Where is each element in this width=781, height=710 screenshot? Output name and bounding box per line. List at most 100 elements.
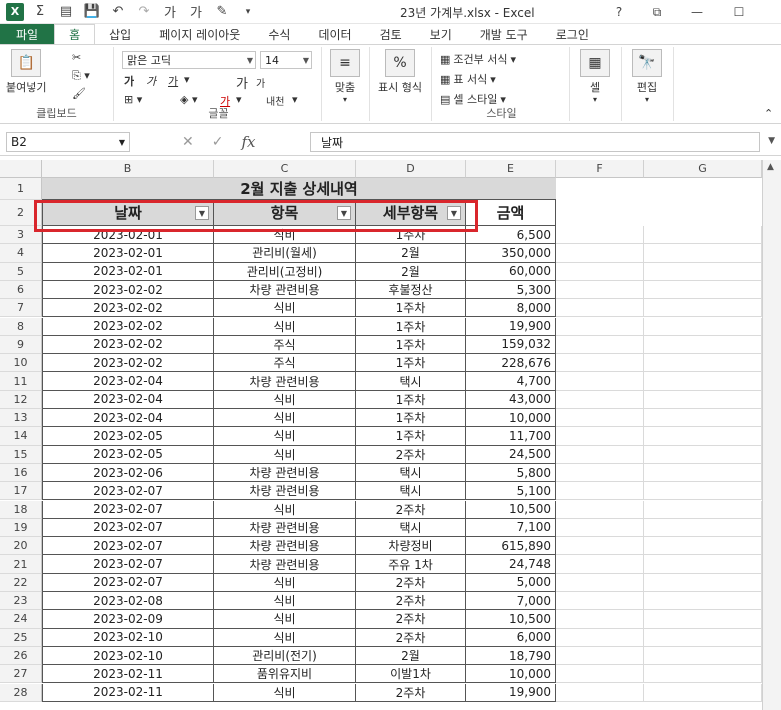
cell-detail[interactable]: 택시 bbox=[356, 482, 466, 501]
underline-button[interactable]: 가 bbox=[168, 73, 178, 89]
cell-item[interactable]: 품위유지비 bbox=[214, 665, 356, 684]
cell-detail[interactable]: 2주차 bbox=[356, 628, 466, 647]
row-header[interactable]: 15 bbox=[0, 445, 42, 464]
cell-date[interactable]: 2023-02-04 bbox=[42, 390, 214, 409]
cell-amount[interactable]: 18,790 bbox=[466, 646, 556, 666]
tab-formulas[interactable]: 수식 bbox=[254, 24, 304, 44]
column-header-c[interactable]: C bbox=[214, 160, 356, 178]
empty-cell[interactable] bbox=[644, 500, 762, 519]
cell-date[interactable]: 2023-02-07 bbox=[42, 500, 214, 519]
autosum-icon[interactable]: Σ bbox=[30, 2, 50, 22]
font-size-dropdown[interactable]: 14 ▼ bbox=[260, 51, 312, 69]
cell-amount[interactable]: 5,100 bbox=[466, 482, 556, 501]
row-header[interactable]: 8 bbox=[0, 317, 42, 336]
cell-date[interactable]: 2023-02-01 bbox=[42, 244, 214, 263]
underline-dropdown-icon[interactable]: ▾ bbox=[184, 73, 190, 86]
tab-view[interactable]: 보기 bbox=[416, 24, 466, 44]
row-header[interactable]: 22 bbox=[0, 573, 42, 592]
alignment-button[interactable]: ≡ 맞춤 ▾ bbox=[330, 49, 360, 104]
row-header[interactable]: 6 bbox=[0, 280, 42, 300]
empty-cell[interactable] bbox=[644, 262, 762, 281]
empty-cell[interactable] bbox=[556, 390, 644, 409]
empty-cell[interactable] bbox=[556, 628, 644, 647]
row-header[interactable]: 25 bbox=[0, 628, 42, 647]
insert-function-icon[interactable]: fx bbox=[241, 133, 255, 151]
row-header[interactable]: 16 bbox=[0, 463, 42, 483]
cell-date[interactable]: 2023-02-05 bbox=[42, 445, 214, 464]
customize-quick-access-icon[interactable]: ▾ bbox=[238, 2, 258, 22]
cell-item[interactable]: 차량 관련비용 bbox=[214, 537, 356, 556]
cell-item[interactable]: 식비 bbox=[214, 592, 356, 611]
cell-detail[interactable]: 택시 bbox=[356, 518, 466, 538]
cell-date[interactable]: 2023-02-04 bbox=[42, 372, 214, 391]
cell-detail[interactable]: 1주차 bbox=[356, 409, 466, 428]
help-button[interactable]: ? bbox=[608, 3, 630, 21]
empty-cell[interactable] bbox=[644, 299, 762, 318]
cell-amount[interactable]: 19,900 bbox=[466, 683, 556, 702]
cell-item[interactable]: 식비 bbox=[214, 573, 356, 592]
select-all-corner[interactable] bbox=[0, 160, 42, 178]
empty-cell[interactable] bbox=[556, 427, 644, 446]
empty-cell[interactable] bbox=[556, 299, 644, 318]
cell-amount[interactable]: 4,700 bbox=[466, 372, 556, 391]
vertical-scrollbar[interactable]: ▲ bbox=[762, 160, 781, 710]
cell-item[interactable]: 식비 bbox=[214, 299, 356, 318]
cell-item[interactable]: 식비 bbox=[214, 390, 356, 409]
empty-cell[interactable] bbox=[644, 592, 762, 611]
row-header[interactable]: 1 bbox=[0, 178, 42, 200]
cell-item[interactable]: 식비 bbox=[214, 445, 356, 464]
cell-item[interactable]: 식비 bbox=[214, 427, 356, 446]
tab-page-layout[interactable]: 페이지 레이아웃 bbox=[145, 24, 254, 44]
row-header[interactable]: 5 bbox=[0, 262, 42, 281]
cell-date[interactable]: 2023-02-07 bbox=[42, 482, 214, 501]
empty-cell[interactable] bbox=[556, 500, 644, 519]
cell-amount[interactable]: 60,000 bbox=[466, 262, 556, 281]
row-header[interactable]: 14 bbox=[0, 427, 42, 446]
tab-data[interactable]: 데이터 bbox=[304, 24, 365, 44]
empty-cell[interactable] bbox=[556, 518, 644, 538]
empty-cell[interactable] bbox=[644, 482, 762, 501]
cell-date[interactable]: 2023-02-01 bbox=[42, 262, 214, 281]
column-header-f[interactable]: F bbox=[556, 160, 644, 178]
empty-cell[interactable] bbox=[556, 482, 644, 501]
cell-date[interactable]: 2023-02-10 bbox=[42, 628, 214, 647]
redo-icon[interactable]: ↷ bbox=[134, 2, 154, 22]
cell-item[interactable]: 관리비(고정비) bbox=[214, 262, 356, 281]
cell-detail[interactable]: 이발1차 bbox=[356, 665, 466, 684]
empty-cell[interactable] bbox=[644, 518, 762, 538]
cell-amount[interactable]: 10,500 bbox=[466, 500, 556, 519]
expand-formula-bar-icon[interactable]: ▼ bbox=[768, 136, 775, 146]
empty-cell[interactable] bbox=[644, 409, 762, 428]
empty-cell[interactable] bbox=[644, 317, 762, 336]
tab-developer[interactable]: 개발 도구 bbox=[466, 24, 542, 44]
cell-amount[interactable]: 615,890 bbox=[466, 537, 556, 556]
cell-amount[interactable]: 11,700 bbox=[466, 427, 556, 446]
cell-amount[interactable]: 6,500 bbox=[466, 226, 556, 245]
empty-cell[interactable] bbox=[644, 665, 762, 684]
maximize-button[interactable]: ☐ bbox=[728, 3, 750, 21]
cell-detail[interactable]: 2월 bbox=[356, 646, 466, 666]
cell-amount[interactable]: 24,500 bbox=[466, 445, 556, 464]
empty-cell[interactable] bbox=[644, 463, 762, 483]
cell-amount[interactable]: 10,000 bbox=[466, 409, 556, 428]
row-header[interactable]: 26 bbox=[0, 646, 42, 666]
formula-input[interactable]: 날짜 bbox=[310, 132, 760, 152]
tab-file[interactable]: 파일 bbox=[0, 24, 55, 44]
cell-item[interactable]: 식비 bbox=[214, 317, 356, 336]
empty-cell[interactable] bbox=[644, 335, 762, 355]
row-header[interactable]: 20 bbox=[0, 537, 42, 556]
format-painter-icon[interactable]: 🖌 bbox=[72, 87, 86, 100]
bold-button[interactable]: 가 bbox=[124, 73, 134, 89]
cell-date[interactable]: 2023-02-07 bbox=[42, 518, 214, 538]
cell-amount[interactable]: 5,000 bbox=[466, 573, 556, 592]
collapse-ribbon-icon[interactable]: ⌃ bbox=[764, 107, 773, 120]
cell-item[interactable]: 관리비(월세) bbox=[214, 244, 356, 263]
cell-detail[interactable]: 후불정산 bbox=[356, 280, 466, 300]
cell-detail[interactable]: 차량정비 bbox=[356, 537, 466, 556]
row-header[interactable]: 27 bbox=[0, 665, 42, 684]
cell-item[interactable]: 주식 bbox=[214, 335, 356, 355]
row-header[interactable]: 19 bbox=[0, 518, 42, 538]
empty-cell[interactable] bbox=[644, 646, 762, 666]
cell-detail[interactable]: 2주차 bbox=[356, 610, 466, 629]
shrink-font-button[interactable]: 가 bbox=[256, 75, 265, 90]
